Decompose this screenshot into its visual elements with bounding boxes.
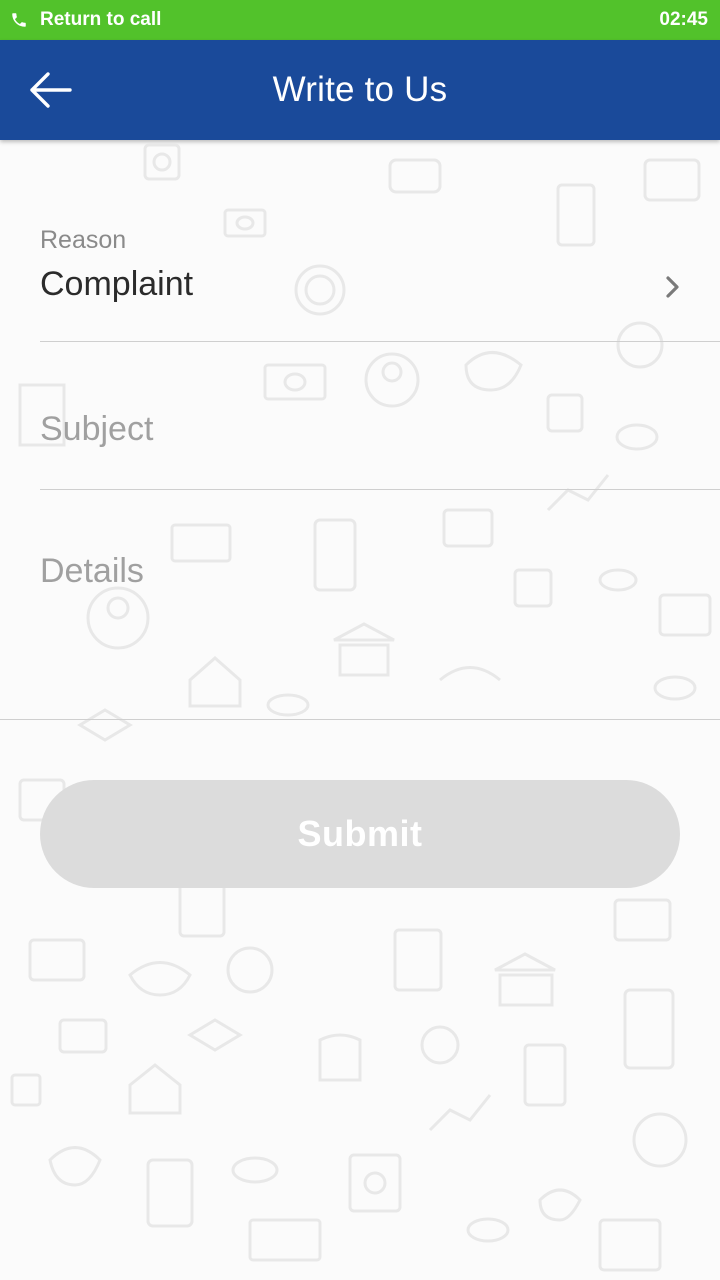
return-to-call[interactable]: Return to call (10, 9, 161, 31)
arrow-left-icon (30, 72, 72, 108)
return-to-call-label: Return to call (40, 9, 162, 30)
page-title: Write to Us (272, 70, 448, 109)
subject-placeholder: Subject (40, 410, 154, 448)
subject-input[interactable]: Subject (40, 410, 720, 490)
reason-label: Reason (40, 226, 127, 254)
chevron-right-icon (666, 276, 679, 298)
status-bar: Return to call 02:45 (0, 0, 720, 40)
back-button[interactable] (26, 68, 74, 112)
status-time: 02:45 (659, 9, 708, 30)
app-bar: Write to Us (0, 40, 720, 140)
submit-button[interactable]: Submit (40, 780, 680, 888)
details-placeholder: Details (40, 552, 144, 590)
phone-icon (12, 13, 26, 27)
reason-selector[interactable]: Reason Complaint (40, 226, 720, 342)
details-input[interactable]: Details (0, 552, 720, 720)
reason-value: Complaint (40, 265, 194, 303)
